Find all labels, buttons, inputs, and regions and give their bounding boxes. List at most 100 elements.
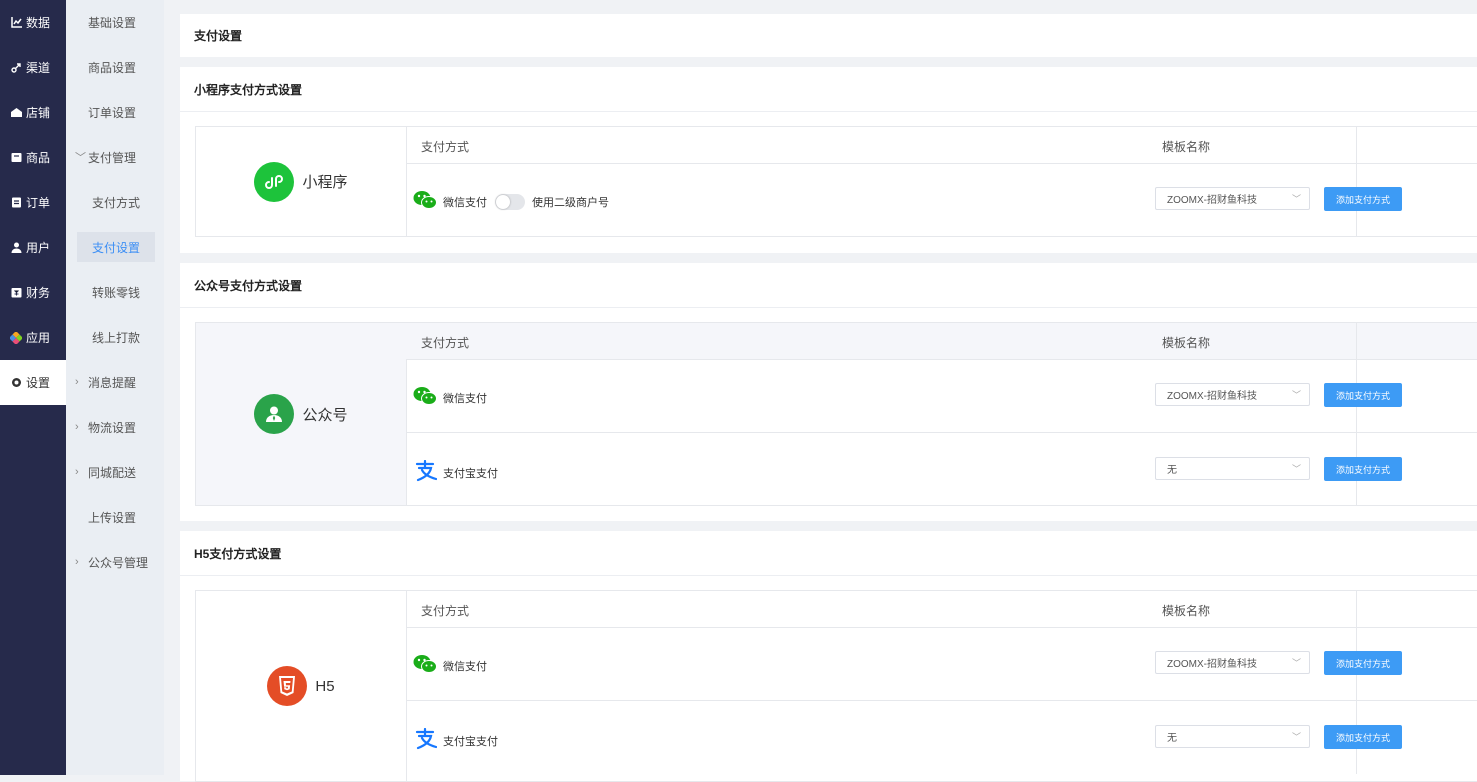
mini-program-section: 小程序支付方式设置 小程序 支付方式 模板名称 微信支付 使用二级商户号 ZOO… bbox=[180, 67, 1477, 253]
chart-icon bbox=[10, 17, 22, 29]
main-nav: 数据 渠道 店铺 商品 订单 用户 财务 应用 设置 bbox=[0, 0, 66, 775]
chevron-down-icon: ﹀ bbox=[1291, 390, 1301, 400]
template-select[interactable]: 无 ﹀ bbox=[1155, 725, 1310, 748]
add-payment-method-button[interactable]: 添加支付方式 bbox=[1324, 187, 1402, 211]
subnav-item-payment-methods[interactable]: 支付方式 bbox=[66, 187, 164, 217]
add-payment-method-button[interactable]: 添加支付方式 bbox=[1324, 457, 1402, 481]
chevron-down-icon: ﹀ bbox=[1291, 732, 1301, 742]
template-select-value: ZOOMX-招财鱼科技 bbox=[1167, 391, 1257, 402]
sub-merchant-label: 使用二级商户号 bbox=[532, 196, 609, 209]
chevron-down-icon: ﹀ bbox=[1291, 464, 1301, 474]
subnav-group-local-delivery[interactable]: › 同城配送 bbox=[66, 457, 164, 487]
payment-method-label: 支付宝支付 bbox=[443, 467, 498, 480]
h5-table: H5 支付方式 模板名称 微信支付 ZOOMX-招财鱼科技 ﹀ 添加支付方式 支… bbox=[195, 590, 1477, 782]
wechat-pay-icon bbox=[413, 386, 437, 409]
payment-method-label: 微信支付 bbox=[443, 196, 487, 209]
subnav-label: 商品设置 bbox=[88, 60, 137, 75]
subnav-item-payment-settings[interactable]: 支付设置 bbox=[77, 232, 155, 262]
h5-section: H5支付方式设置 H5 支付方式 模板名称 微信支付 ZOOMX-招财鱼科技 ﹀… bbox=[180, 531, 1477, 782]
subnav-label: 同城配送 bbox=[88, 465, 137, 480]
nav-item-apps[interactable]: 应用 bbox=[0, 315, 66, 360]
subnav-item-basic[interactable]: 基础设置 bbox=[66, 7, 164, 37]
subnav-item-online-payout[interactable]: 线上打款 bbox=[66, 322, 164, 352]
chevron-down-icon: ﹀ bbox=[1291, 194, 1301, 204]
nav-item-settings[interactable]: 设置 bbox=[0, 360, 66, 405]
alipay-icon bbox=[413, 459, 438, 485]
sub-merchant-toggle[interactable] bbox=[495, 193, 525, 210]
subnav-group-official-account[interactable]: › 公众号管理 bbox=[66, 547, 164, 577]
payment-method: 微信支付 bbox=[413, 386, 487, 409]
wechat-pay-icon bbox=[413, 190, 437, 213]
subnav-group-messages[interactable]: › 消息提醒 bbox=[66, 367, 164, 397]
subnav-group-logistics[interactable]: › 物流设置 bbox=[66, 412, 164, 442]
nav-label: 设置 bbox=[26, 376, 51, 390]
subnav-label: 转账零钱 bbox=[92, 285, 141, 300]
subnav-label: 线上打款 bbox=[92, 330, 141, 345]
toggle-knob bbox=[496, 194, 510, 209]
subnav-label: 订单设置 bbox=[88, 105, 137, 120]
nav-label: 应用 bbox=[26, 331, 51, 345]
official-account-section: 公众号支付方式设置 公众号 支付方式 模板名称 微信支付 ZOOMX-招财鱼科技… bbox=[180, 263, 1477, 521]
template-select[interactable]: ZOOMX-招财鱼科技 ﹀ bbox=[1155, 651, 1310, 674]
column-header-template: 模板名称 bbox=[1162, 140, 1211, 154]
nav-item-user[interactable]: 用户 bbox=[0, 225, 66, 270]
nav-item-channel[interactable]: 渠道 bbox=[0, 45, 66, 90]
subnav-label: 支付方式 bbox=[92, 195, 141, 210]
payment-method-label: 微信支付 bbox=[443, 660, 487, 673]
subnav-label: 支付设置 bbox=[92, 240, 141, 255]
payment-row-wechat: 微信支付 ZOOMX-招财鱼科技 ﹀ 添加支付方式 bbox=[406, 627, 1477, 701]
table-header: 支付方式 模板名称 bbox=[406, 127, 1477, 164]
template-select[interactable]: 无 ﹀ bbox=[1155, 457, 1310, 480]
user-icon bbox=[10, 242, 22, 254]
nav-label: 渠道 bbox=[26, 61, 51, 75]
nav-item-product[interactable]: 商品 bbox=[0, 135, 66, 180]
payment-method: 支付宝支付 bbox=[413, 727, 498, 753]
template-select[interactable]: ZOOMX-招财鱼科技 ﹀ bbox=[1155, 383, 1310, 406]
template-select-value: ZOOMX-招财鱼科技 bbox=[1167, 195, 1257, 206]
nav-item-store[interactable]: 店铺 bbox=[0, 90, 66, 135]
subnav-item-upload[interactable]: 上传设置 bbox=[66, 502, 164, 532]
subnav-group-payment[interactable]: ﹀ 支付管理 bbox=[66, 142, 164, 172]
add-payment-method-button[interactable]: 添加支付方式 bbox=[1324, 651, 1402, 675]
h5-logo: H5 bbox=[267, 666, 335, 706]
official-account-icon bbox=[254, 394, 295, 434]
subnav-item-transfer[interactable]: 转账零钱 bbox=[66, 277, 164, 307]
html5-icon bbox=[267, 666, 308, 706]
subnav-label: 公众号管理 bbox=[88, 555, 149, 570]
page-header-card: 支付设置 bbox=[180, 14, 1477, 57]
channel-icon bbox=[10, 62, 22, 74]
nav-item-finance[interactable]: 财务 bbox=[0, 270, 66, 315]
payment-method: 支付宝支付 bbox=[413, 459, 498, 485]
nav-label: 店铺 bbox=[26, 106, 51, 120]
section-title: 小程序支付方式设置 bbox=[180, 67, 1477, 112]
nav-label: 数据 bbox=[26, 16, 51, 30]
nav-label: 财务 bbox=[26, 286, 51, 300]
mini-program-logo: 小程序 bbox=[254, 161, 348, 202]
add-payment-method-button[interactable]: 添加支付方式 bbox=[1324, 383, 1402, 407]
column-header-template: 模板名称 bbox=[1162, 604, 1211, 618]
chevron-right-icon: › bbox=[75, 556, 79, 568]
template-select-value: 无 bbox=[1167, 733, 1177, 744]
column-divider bbox=[1356, 591, 1357, 627]
store-icon bbox=[10, 107, 22, 119]
main-content: 支付设置 小程序支付方式设置 小程序 支付方式 模板名称 微信支付 使用二级商户… bbox=[164, 0, 1477, 782]
subnav-label: 上传设置 bbox=[88, 510, 137, 525]
template-select[interactable]: ZOOMX-招财鱼科技 ﹀ bbox=[1155, 187, 1310, 210]
add-payment-method-button[interactable]: 添加支付方式 bbox=[1324, 725, 1402, 749]
subnav-item-product[interactable]: 商品设置 bbox=[66, 52, 164, 82]
wechat-pay-icon bbox=[413, 654, 437, 677]
subnav-label: 基础设置 bbox=[88, 15, 137, 30]
payment-method-label: 支付宝支付 bbox=[443, 735, 498, 748]
subnav-item-order[interactable]: 订单设置 bbox=[66, 97, 164, 127]
subnav-label: 消息提醒 bbox=[88, 375, 137, 390]
mini-program-icon bbox=[254, 161, 295, 202]
finance-icon bbox=[10, 287, 22, 299]
column-header-method: 支付方式 bbox=[421, 336, 470, 350]
chevron-down-icon: ﹀ bbox=[75, 152, 86, 164]
column-header-template: 模板名称 bbox=[1162, 336, 1211, 350]
nav-item-data[interactable]: 数据 bbox=[0, 0, 66, 45]
mini-program-cell: 小程序 bbox=[196, 127, 407, 236]
platform-name: H5 bbox=[315, 677, 335, 695]
nav-item-order[interactable]: 订单 bbox=[0, 180, 66, 225]
payment-row-alipay: 支付宝支付 无 ﹀ 添加支付方式 bbox=[406, 433, 1477, 506]
